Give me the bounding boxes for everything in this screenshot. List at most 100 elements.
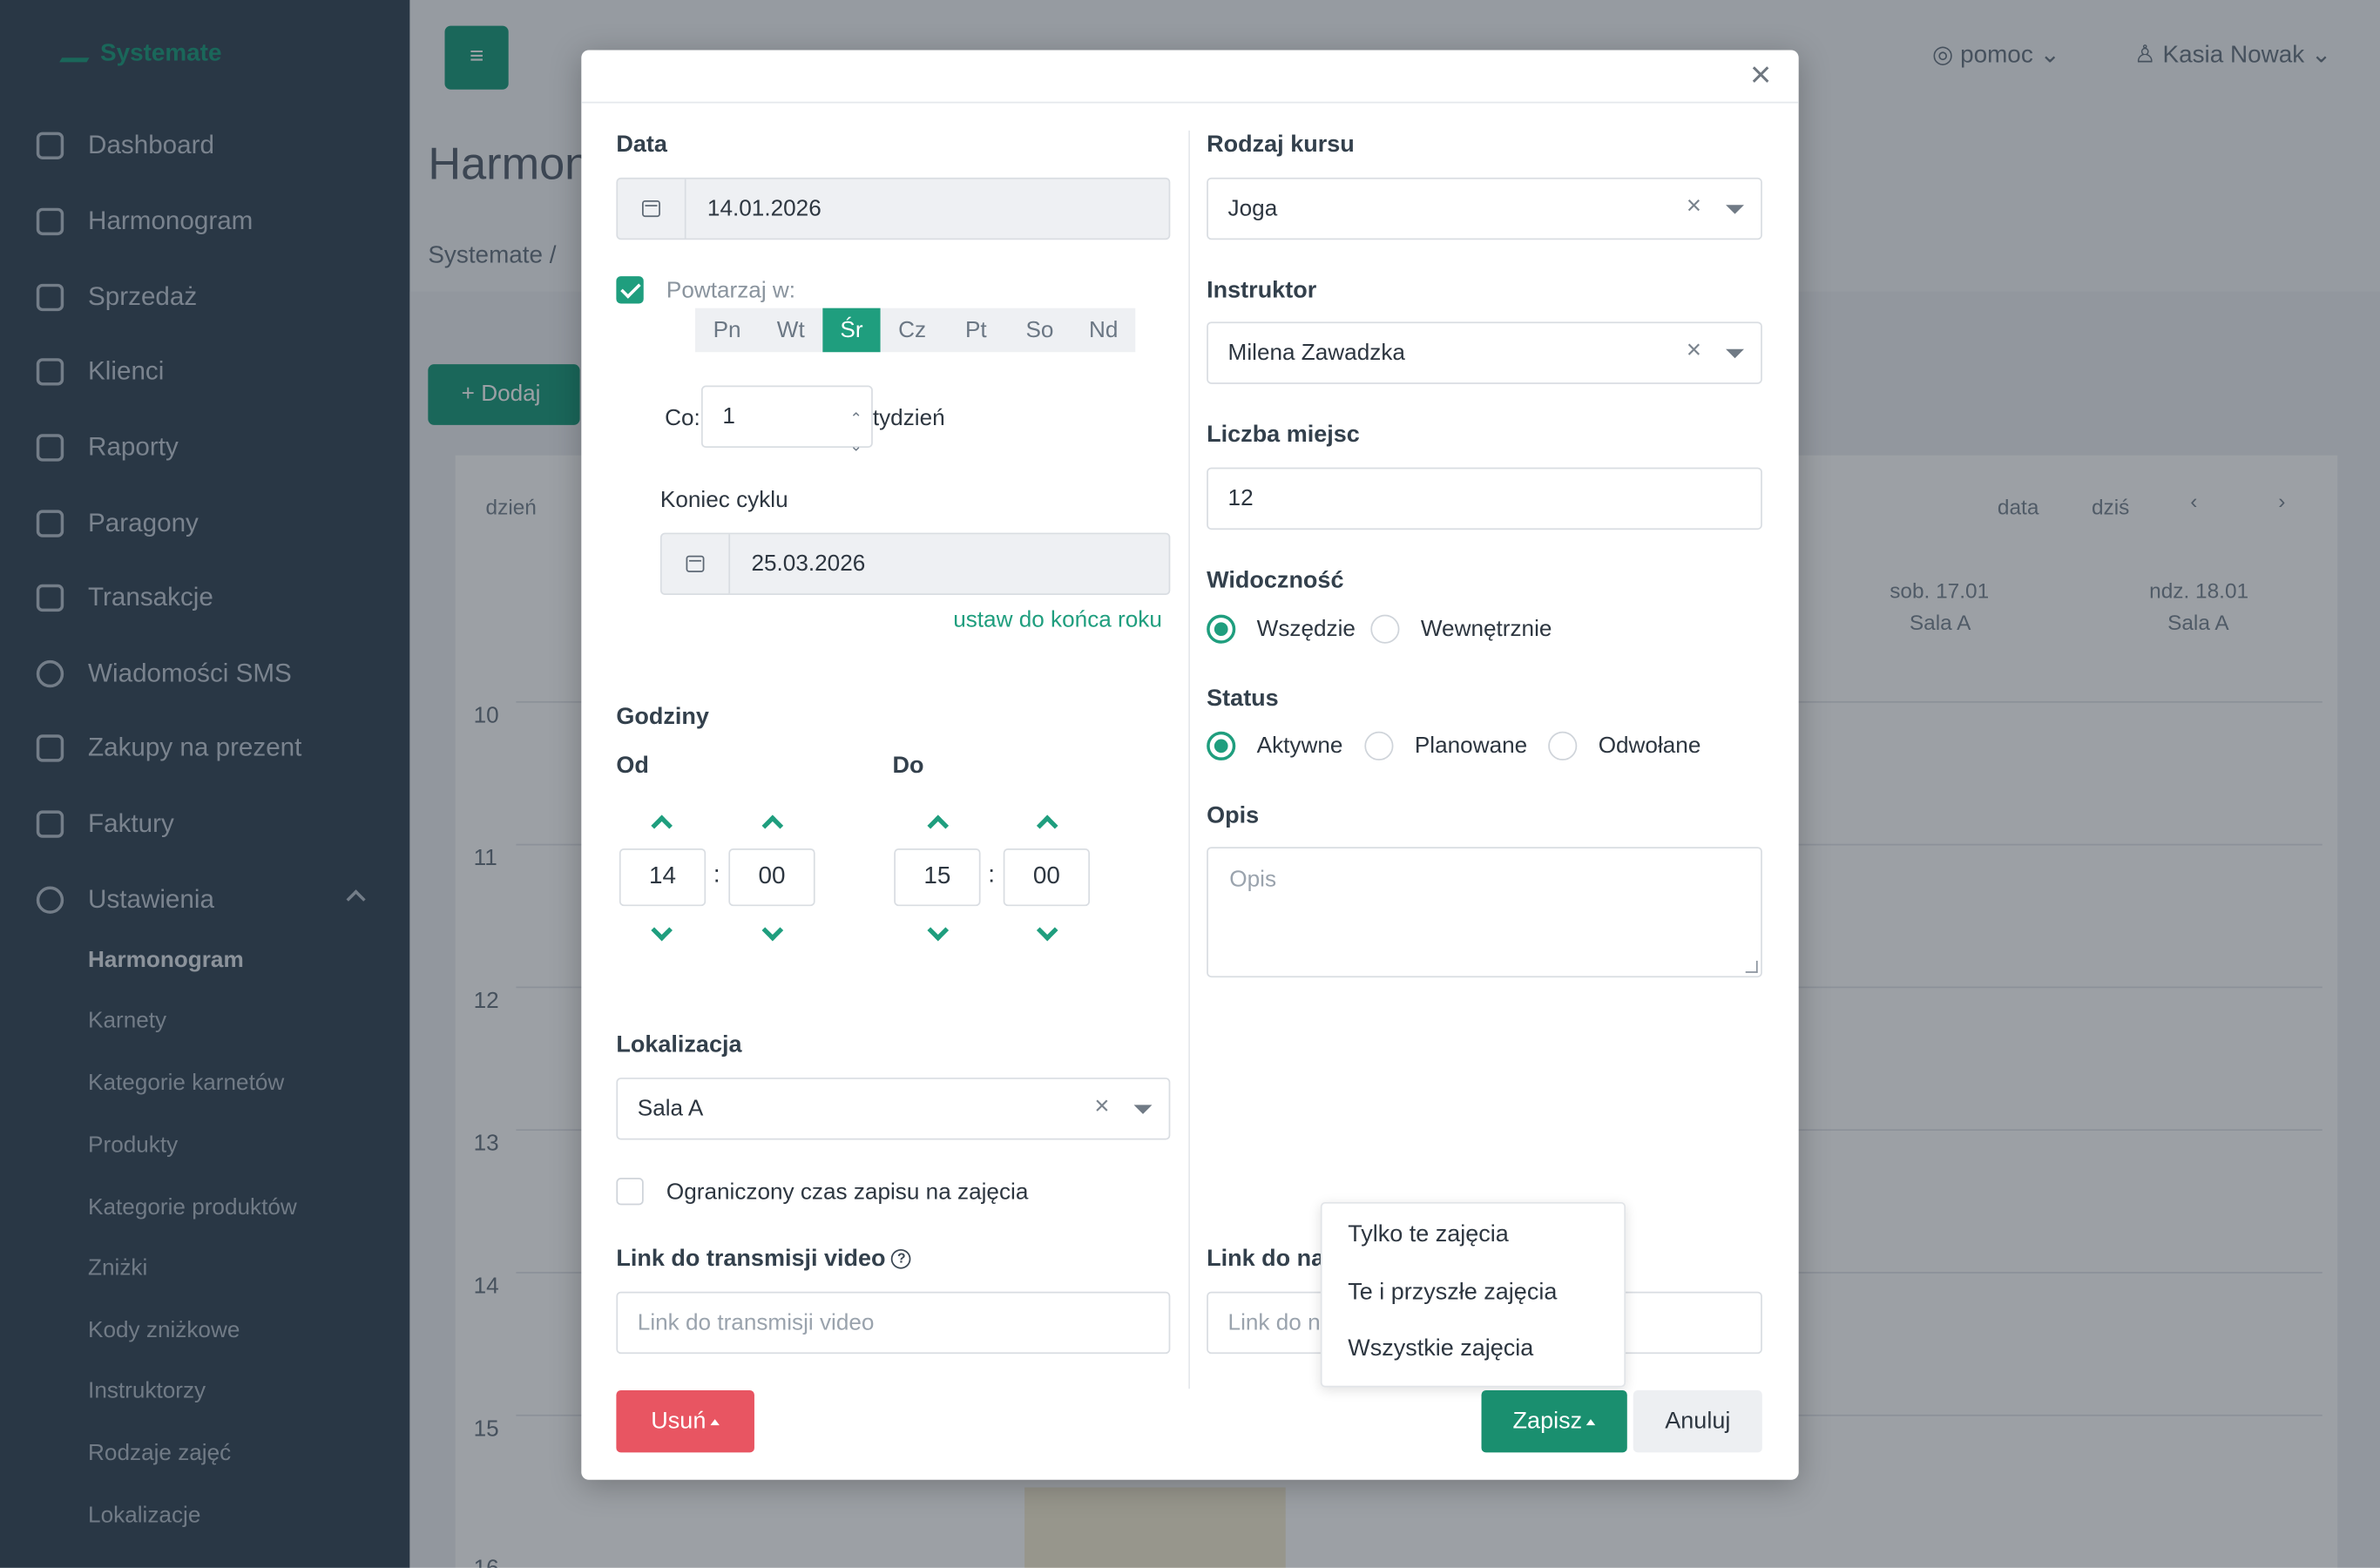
- clear-icon[interactable]: ×: [1094, 1092, 1109, 1122]
- delete-label: Usuń: [651, 1408, 707, 1435]
- resize-handle-icon[interactable]: [1745, 960, 1758, 973]
- caret-up-icon: [710, 1418, 720, 1425]
- stepper-up-icon[interactable]: ⌃: [849, 390, 863, 428]
- to-hour-down-icon[interactable]: [927, 919, 950, 942]
- save-options-menu: Tylko te zajęcia Te i przyszłe zajęcia W…: [1320, 1201, 1626, 1388]
- video-link-input[interactable]: Link do transmisji video: [616, 1291, 1171, 1355]
- close-icon[interactable]: ×: [1742, 57, 1779, 96]
- day-pn[interactable]: Pn: [695, 308, 759, 353]
- every-unit: tydzień: [872, 405, 945, 431]
- to-label: Do: [892, 753, 924, 779]
- instructor-select[interactable]: Milena Zawadzka: [1207, 321, 1762, 384]
- date-label: Data: [616, 132, 667, 159]
- calendar-icon: [642, 199, 660, 218]
- repeat-label: Powtarzaj w:: [666, 277, 796, 304]
- day-pt[interactable]: Pt: [944, 308, 1008, 353]
- modal-header: [581, 50, 1799, 104]
- stepper-down-icon[interactable]: ⌄: [849, 417, 863, 456]
- repeat-checkbox[interactable]: [616, 276, 644, 304]
- chevron-down-icon[interactable]: [1726, 348, 1744, 359]
- to-hour-input[interactable]: 15: [894, 848, 981, 907]
- day-wt[interactable]: Wt: [759, 308, 822, 353]
- places-input[interactable]: 12: [1207, 467, 1762, 531]
- chevron-down-icon[interactable]: [1133, 1105, 1153, 1114]
- video-link-label: Link do transmisji video?: [616, 1246, 912, 1273]
- description-textarea[interactable]: Opis: [1207, 847, 1762, 978]
- date-input[interactable]: 14.01.2026: [616, 177, 1171, 240]
- status-cancelled-radio[interactable]: [1548, 731, 1578, 760]
- location-select[interactable]: Sala A: [616, 1078, 1171, 1140]
- delete-button[interactable]: Usuń: [616, 1389, 754, 1453]
- clear-icon[interactable]: ×: [1687, 192, 1701, 222]
- date-picker-button[interactable]: [662, 534, 731, 594]
- visibility-everywhere-label: Wszędzie: [1256, 616, 1356, 643]
- every-value: 1: [722, 403, 735, 430]
- visibility-label: Widoczność: [1207, 567, 1344, 594]
- instructor-label: Instruktor: [1207, 277, 1317, 304]
- visibility-everywhere-radio[interactable]: [1207, 614, 1236, 644]
- every-stepper[interactable]: 1 ⌃ ⌄: [700, 385, 873, 456]
- caret-up-icon: [1586, 1418, 1596, 1425]
- from-minute-up-icon[interactable]: [761, 814, 784, 837]
- status-active-radio[interactable]: [1207, 731, 1236, 760]
- day-cz[interactable]: Cz: [881, 308, 944, 353]
- info-icon[interactable]: ?: [891, 1249, 912, 1270]
- cancel-button[interactable]: Anuluj: [1633, 1389, 1762, 1453]
- visibility-internal-radio[interactable]: [1370, 614, 1400, 644]
- clear-icon[interactable]: ×: [1687, 335, 1701, 366]
- description-placeholder: Opis: [1229, 866, 1277, 893]
- status-active-label: Aktywne: [1256, 733, 1343, 760]
- status-planned-label: Planowane: [1414, 733, 1528, 760]
- to-minute-up-icon[interactable]: [1036, 814, 1058, 837]
- visibility-internal-label: Wewnętrznie: [1420, 616, 1552, 643]
- time-separator: :: [988, 862, 996, 889]
- set-end-of-year-link[interactable]: ustaw do końca roku: [953, 607, 1162, 633]
- menu-item-this-only[interactable]: Tylko te zajęcia: [1348, 1222, 1509, 1249]
- video-link-placeholder: Link do transmisji video: [637, 1309, 875, 1336]
- cycle-end-value: 25.03.2026: [751, 551, 866, 578]
- to-hour-up-icon[interactable]: [927, 814, 950, 837]
- status-cancelled-label: Odwołane: [1598, 733, 1701, 760]
- places-value: 12: [1227, 485, 1254, 512]
- description-label: Opis: [1207, 802, 1260, 829]
- day-so[interactable]: So: [1008, 308, 1072, 353]
- instructor-value: Milena Zawadzka: [1227, 340, 1405, 366]
- link-placeholder: Link do n: [1227, 1309, 1321, 1336]
- location-label: Lokalizacja: [616, 1031, 742, 1058]
- from-hour-down-icon[interactable]: [651, 919, 673, 942]
- to-minute-down-icon[interactable]: [1036, 919, 1058, 942]
- menu-item-this-and-future[interactable]: Te i przyszłe zajęcia: [1348, 1280, 1557, 1307]
- status-label: Status: [1207, 686, 1279, 713]
- limited-signup-checkbox[interactable]: [616, 1178, 644, 1206]
- repeat-days: Pn Wt Śr Cz Pt So Nd: [694, 308, 1136, 353]
- video-link-label-text: Link do transmisji video: [616, 1246, 886, 1273]
- from-minute-down-icon[interactable]: [761, 919, 784, 942]
- calendar-icon: [686, 555, 705, 572]
- column-divider: [1188, 130, 1190, 1389]
- link-label: Link do na: [1207, 1246, 1325, 1273]
- to-minute-input[interactable]: 00: [1003, 848, 1091, 907]
- every-label: Co:: [665, 405, 700, 431]
- limited-signup-label: Ograniczony czas zapisu na zajęcia: [666, 1179, 1029, 1206]
- edit-class-modal: × Data 14.01.2026 Powtarzaj w: Pn Wt Śr …: [581, 50, 1799, 1480]
- hours-label: Godziny: [616, 704, 709, 731]
- status-planned-radio[interactable]: [1364, 731, 1394, 760]
- save-button[interactable]: Zapisz: [1481, 1389, 1627, 1453]
- cycle-end-input[interactable]: 25.03.2026: [659, 532, 1171, 595]
- from-hour-up-icon[interactable]: [651, 814, 673, 837]
- date-value: 14.01.2026: [707, 195, 822, 222]
- places-label: Liczba miejsc: [1207, 422, 1360, 448]
- course-type-value: Joga: [1227, 195, 1278, 222]
- chevron-down-icon[interactable]: [1726, 205, 1744, 214]
- from-minute-input[interactable]: 00: [728, 848, 815, 907]
- date-picker-button[interactable]: [618, 179, 686, 239]
- from-hour-input[interactable]: 14: [619, 848, 707, 907]
- location-value: Sala A: [637, 1095, 704, 1122]
- save-label: Zapisz: [1512, 1408, 1583, 1435]
- menu-item-all[interactable]: Wszystkie zajęcia: [1348, 1335, 1533, 1362]
- cycle-end-label: Koniec cyklu: [659, 487, 788, 513]
- day-nd[interactable]: Nd: [1072, 308, 1135, 353]
- course-type-select[interactable]: Joga: [1207, 177, 1762, 240]
- from-label: Od: [616, 753, 649, 779]
- day-sr[interactable]: Śr: [822, 308, 881, 353]
